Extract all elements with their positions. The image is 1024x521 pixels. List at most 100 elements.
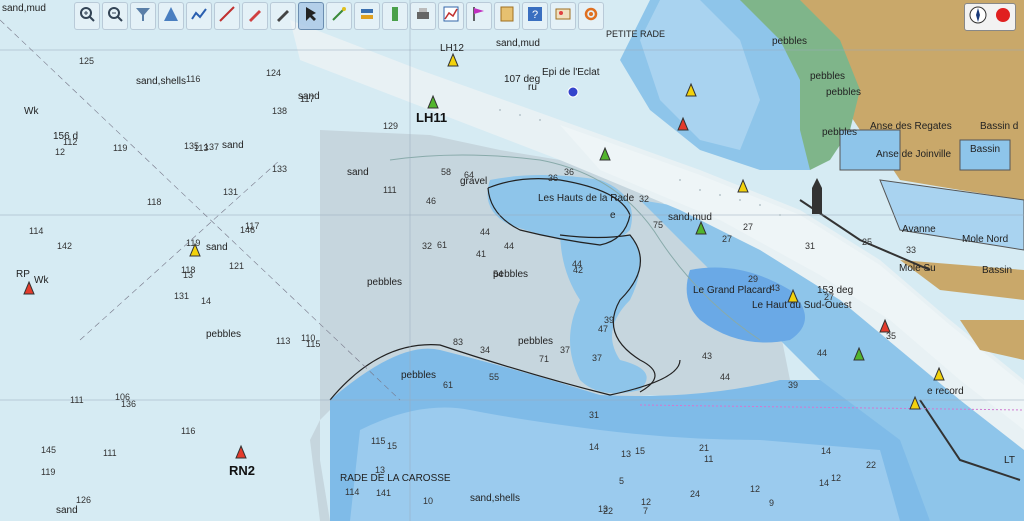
- depth-sounding: 121: [229, 261, 244, 271]
- depth-sounding: 110: [301, 333, 315, 343]
- depth-sounding: 7: [643, 506, 648, 516]
- depth-sounding: 47: [598, 324, 608, 334]
- nautical-chart[interactable]: 14 12 13 145 146 136 124 137 138 121 125 141 142 129 1…: [0, 0, 1024, 521]
- toolbar-button[interactable]: [466, 2, 492, 30]
- toolbar-button[interactable]: ?: [522, 2, 548, 30]
- depth-sounding: 42: [573, 265, 583, 275]
- buoy-yellow-icon[interactable]: [188, 242, 202, 258]
- buoy-green-icon[interactable]: [598, 146, 612, 162]
- depth-sounding: 43: [770, 283, 780, 293]
- place-name: e record: [927, 386, 964, 397]
- toolbar-button[interactable]: [270, 2, 296, 30]
- depth-sounding: 12: [750, 484, 760, 494]
- toolbar-button[interactable]: [578, 2, 604, 30]
- depth-sounding: 142: [57, 241, 72, 251]
- bearing-label: 153 deg: [817, 285, 854, 296]
- buoy-rn2-icon[interactable]: [234, 444, 248, 460]
- place-name: Bassin: [982, 265, 1013, 276]
- buoy-lh11-icon[interactable]: [426, 94, 440, 110]
- place-name: Avanne: [902, 224, 936, 235]
- buoy-green-icon[interactable]: [852, 346, 866, 362]
- buoy-yellow-icon[interactable]: [684, 82, 698, 98]
- seabed-label: sand: [56, 505, 78, 516]
- toolbar-button[interactable]: [130, 2, 156, 30]
- buoy-lh12-icon[interactable]: [446, 52, 460, 68]
- buoy-yellow-icon[interactable]: [932, 366, 946, 382]
- depth-sounding: 119: [41, 467, 55, 477]
- depth-sounding: 15: [635, 446, 645, 456]
- depth-sounding: 37: [560, 345, 570, 355]
- buoy-green-icon[interactable]: [694, 220, 708, 236]
- seabed-label: pebbles: [493, 269, 529, 280]
- depth-sounding: 118: [181, 265, 195, 275]
- depth-sounding: 12: [831, 473, 841, 483]
- layers-icon: [358, 5, 376, 28]
- wreck-label: Wk: [24, 106, 39, 117]
- record-icon[interactable]: [995, 7, 1011, 28]
- compass-panel[interactable]: [964, 3, 1016, 31]
- buoy-red-icon[interactable]: [22, 280, 36, 296]
- ship-icon[interactable]: [810, 178, 824, 218]
- place-name: Le Haut du Sud-Ouest: [752, 300, 852, 311]
- seabed-label: pebbles: [826, 87, 862, 98]
- toolbar-button[interactable]: [494, 2, 520, 30]
- pen-icon: [274, 5, 292, 28]
- place-name: Les Hauts de la Rade: [538, 193, 635, 204]
- label-fragment: e: [610, 210, 616, 221]
- depth-sounding: 125: [79, 56, 94, 66]
- depth-sounding: 114: [345, 487, 359, 497]
- depth-sounding: 83: [453, 337, 463, 347]
- notes-icon: [498, 5, 516, 28]
- buoy-name-lh11: LH11: [416, 110, 448, 125]
- vessel-position-icon[interactable]: [566, 84, 580, 100]
- seabed-label: pebbles: [822, 127, 858, 138]
- toolbar-button[interactable]: [438, 2, 464, 30]
- buoy-red-icon[interactable]: [878, 318, 892, 334]
- toolbar-button[interactable]: [326, 2, 352, 30]
- depth-sounding: 21: [699, 443, 709, 453]
- seabed-label: pebbles: [206, 329, 242, 340]
- toolbar-button[interactable]: [410, 2, 436, 30]
- depth-sounding: 124: [266, 68, 281, 78]
- place-name: Epi de l'Eclat: [542, 67, 600, 78]
- toolbar-button[interactable]: [214, 2, 240, 30]
- seabed-label: sand,shells: [470, 493, 521, 504]
- depth-sounding: 36: [548, 173, 558, 183]
- toolbar-button[interactable]: [102, 2, 128, 30]
- depth-sounding: 111: [70, 395, 84, 405]
- depth-sounding: 27: [722, 234, 732, 244]
- buoy-yellow-icon[interactable]: [736, 178, 750, 194]
- toolbar-button[interactable]: [298, 2, 324, 30]
- buoy-yellow-icon[interactable]: [786, 288, 800, 304]
- seabed-label: gravel: [460, 176, 488, 187]
- toolbar-button[interactable]: [242, 2, 268, 30]
- depth-sounding: 10: [423, 496, 433, 506]
- depth-sounding: 138: [272, 106, 287, 116]
- toolbar-button[interactable]: [382, 2, 408, 30]
- toolbar-button[interactable]: [550, 2, 576, 30]
- depth-sounding: 43: [702, 351, 712, 361]
- toolbar-button[interactable]: [354, 2, 380, 30]
- depth-sounding: 44: [817, 348, 827, 358]
- seabed-label: sand,shells: [136, 76, 187, 87]
- toolbar-button[interactable]: [186, 2, 212, 30]
- depth-sounding: 75: [653, 220, 663, 230]
- toolbar-button[interactable]: [158, 2, 184, 30]
- toolbar-button[interactable]: [74, 2, 100, 30]
- depth-sounding: 39: [788, 380, 798, 390]
- depth-sounding: 31: [805, 241, 815, 251]
- place-name: Bassin: [970, 144, 1001, 155]
- depth-sounding: 145: [41, 445, 56, 455]
- compass-icon[interactable]: [969, 6, 987, 29]
- graph-icon: [442, 5, 460, 28]
- wreck-label: Wk: [34, 275, 49, 286]
- depth-sounding: 22: [866, 460, 876, 470]
- depth-sounding: 36: [564, 167, 574, 177]
- depth-sounding: 37: [592, 353, 602, 363]
- buoy-red-icon[interactable]: [676, 116, 690, 132]
- buoy-yellow-icon[interactable]: [908, 395, 922, 411]
- place-name: PETITE RADE: [606, 29, 666, 39]
- seabed-label: pebbles: [810, 71, 846, 82]
- seabed-label: pebbles: [401, 370, 437, 381]
- depth-sounding: 114: [29, 226, 43, 236]
